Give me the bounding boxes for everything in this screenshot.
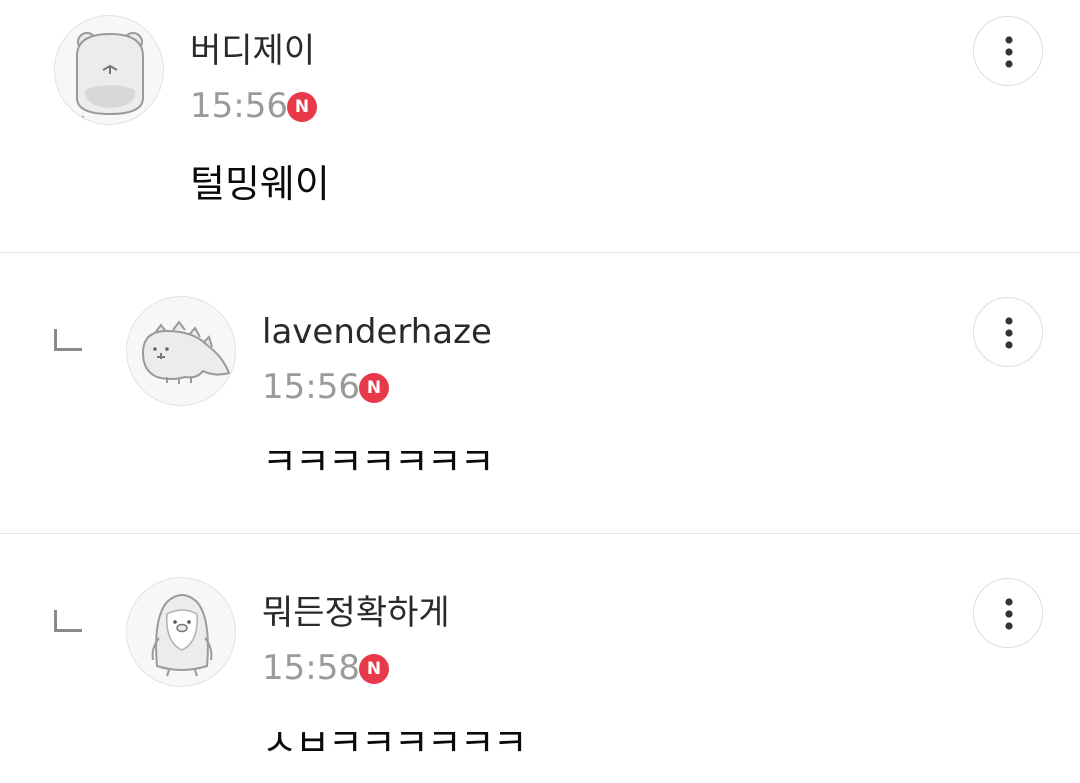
hamster-avatar-icon[interactable] (54, 15, 164, 125)
comment-author[interactable]: lavenderhaze (262, 312, 492, 352)
kebab-menu-icon (1005, 598, 1013, 630)
reply-indent-icon (54, 329, 82, 351)
comment-item: 버디제이 15:56 N 털밍웨이 (0, 0, 1080, 253)
more-options-button[interactable] (973, 297, 1043, 367)
new-badge: N (359, 654, 389, 684)
reply-indent-icon (54, 610, 82, 632)
comment-reply-item: 뭐든정확하게 15:58 N ㅅㅂㅋㅋㅋㅋㅋㅋ (0, 534, 1080, 783)
kebab-menu-icon (1005, 317, 1013, 349)
kebab-menu-icon (1005, 36, 1013, 68)
comment-text: ㅋㅋㅋㅋㅋㅋㅋ (262, 440, 495, 484)
more-options-button[interactable] (973, 578, 1043, 648)
penguin-avatar-icon[interactable] (126, 577, 236, 687)
more-options-button[interactable] (973, 16, 1043, 86)
comment-time: 15:58 (262, 648, 360, 688)
comment-reply-item: lavenderhaze 15:56 N ㅋㅋㅋㅋㅋㅋㅋ (0, 253, 1080, 534)
comment-author[interactable]: 버디제이 (190, 31, 315, 71)
comment-author[interactable]: 뭐든정확하게 (262, 593, 450, 633)
comment-time: 15:56 (190, 86, 288, 126)
dinosaur-avatar-icon[interactable] (126, 296, 236, 406)
new-badge: N (359, 373, 389, 403)
new-badge: N (287, 92, 317, 122)
comment-text: ㅅㅂㅋㅋㅋㅋㅋㅋ (262, 721, 528, 765)
comment-time: 15:56 (262, 367, 360, 407)
comment-text: 털밍웨이 (190, 162, 330, 206)
